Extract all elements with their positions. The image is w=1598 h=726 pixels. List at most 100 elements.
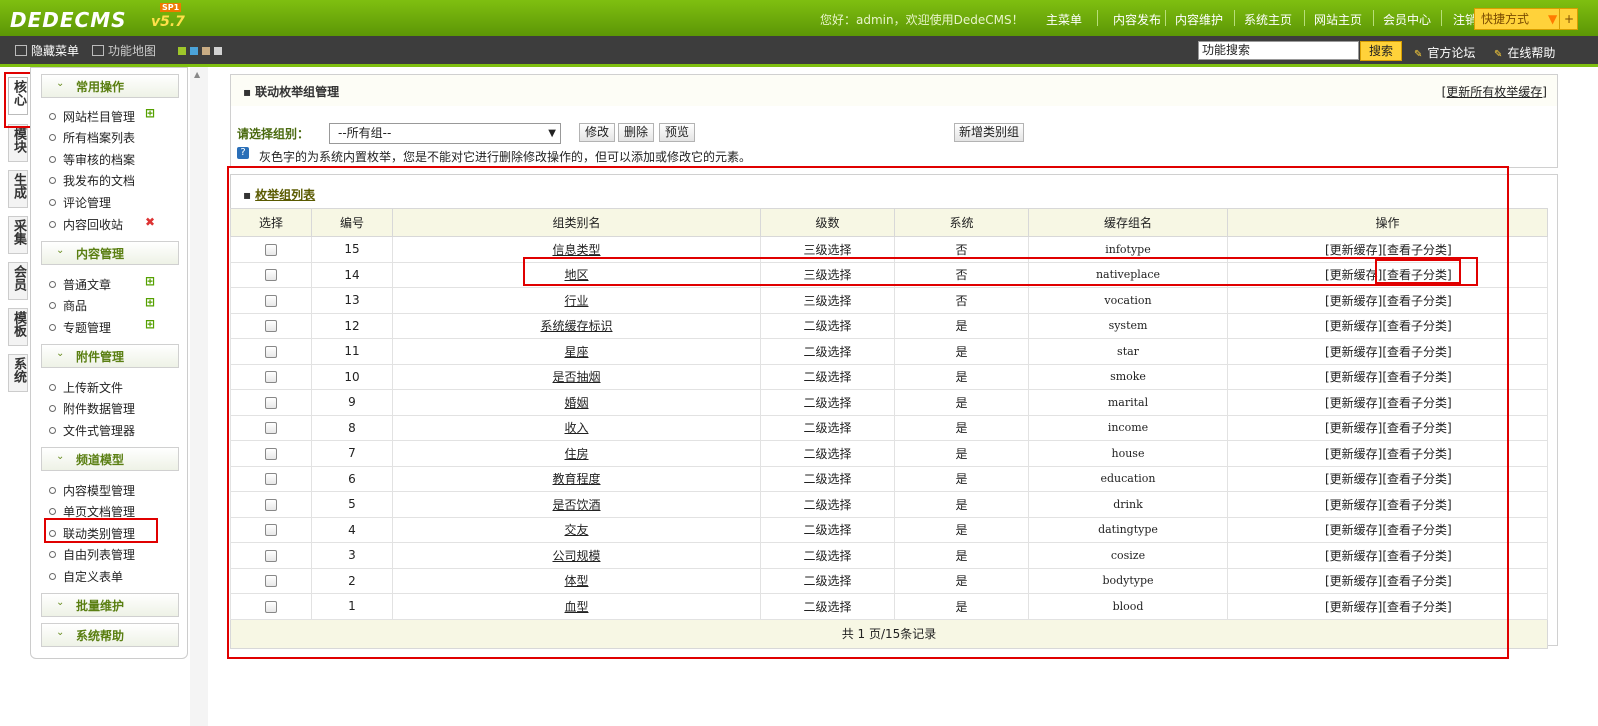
sp-badge: SP1	[160, 3, 182, 12]
chevron-down-icon: ⌄	[56, 78, 65, 89]
select-label: 请选择组别：	[237, 127, 310, 141]
menu-item-comments[interactable]: 评论管理	[49, 194, 111, 211]
bullet-icon	[49, 427, 56, 434]
bullet-icon	[49, 487, 56, 494]
highlight-box	[227, 166, 1509, 659]
menu-item-goods[interactable]: 商品	[49, 297, 87, 314]
chevron-down-icon: ▼	[548, 128, 556, 139]
nav-system-home[interactable]: 系统主页	[1244, 11, 1292, 28]
add-icon[interactable]: ⊞	[145, 295, 155, 309]
search-button[interactable]: 搜索	[1360, 41, 1402, 61]
chevron-up-icon: ▲	[194, 70, 201, 79]
chevron-down-icon: ⌄	[56, 627, 65, 638]
new-group-button[interactable]: 新增类别组	[954, 123, 1024, 142]
menu-icon	[15, 45, 27, 56]
menu-item-special[interactable]: 专题管理	[49, 319, 111, 336]
highlight-box	[44, 518, 158, 543]
tab-generate[interactable]: 生成	[8, 170, 28, 208]
bullet-icon	[49, 177, 56, 184]
nav-main-menu[interactable]: 主菜单	[1046, 11, 1082, 28]
bullet-icon	[49, 551, 56, 558]
bullet-icon	[49, 508, 56, 515]
menu-group-attachments[interactable]: ⌄ 附件管理	[41, 344, 179, 368]
add-icon[interactable]: ⊞	[145, 317, 155, 331]
group-select[interactable]: --所有组-- ▼	[329, 123, 561, 144]
add-icon[interactable]: ⊞	[145, 106, 155, 120]
preview-button[interactable]: 预览	[659, 123, 695, 142]
menu-item-recycle[interactable]: 内容回收站	[49, 216, 123, 233]
refresh-all-link[interactable]: [更新所有枚举缓存]	[1442, 83, 1547, 100]
bullet-icon	[49, 324, 56, 331]
online-help-link[interactable]: ✎ 在线帮助	[1494, 44, 1555, 61]
toolbar: 隐藏菜单 功能地图 功能搜索 搜索 ✎ 官方论坛 ✎ 在线帮助	[0, 36, 1598, 67]
menu-group-content[interactable]: ⌄ 内容管理	[41, 241, 179, 265]
tab-module[interactable]: 模块	[8, 124, 28, 162]
bullet-icon	[49, 384, 56, 391]
highlight-box	[1375, 259, 1461, 284]
skin-brown-swatch[interactable]	[202, 47, 210, 55]
function-search-input[interactable]: 功能搜索	[1198, 41, 1359, 60]
trash-icon[interactable]: ✖	[145, 215, 155, 229]
logo: DEDECMS	[10, 8, 127, 32]
menu-item-article[interactable]: 普通文章	[49, 276, 111, 293]
group-management-panel: ▪ 联动枚举组管理 [更新所有枚举缓存] 请选择组别： --所有组-- ▼ 修改 删…	[230, 74, 1558, 168]
panel-title: ▪ 联动枚举组管理	[243, 85, 340, 99]
menu-item-file-manager[interactable]: 文件式管理器	[49, 422, 135, 439]
menu-group-common[interactable]: ⌄ 常用操作	[41, 74, 179, 98]
menu-item-all-archives[interactable]: 所有档案列表	[49, 129, 135, 146]
quick-access-button[interactable]: 快捷方式 ▼ +	[1474, 8, 1578, 30]
chevron-down-icon: ⌄	[56, 451, 65, 462]
official-forum-link[interactable]: ✎ 官方论坛	[1414, 44, 1475, 61]
plus-icon[interactable]: +	[1559, 9, 1578, 29]
left-menu: ⌄ 常用操作 网站栏目管理 ⊞ 所有档案列表 等审核的档案 我发布的文档 评论管理…	[30, 67, 188, 659]
nav-member-center[interactable]: 会员中心	[1383, 11, 1431, 28]
bullet-icon	[49, 199, 56, 206]
menu-group-channel[interactable]: ⌄ 频道模型	[41, 447, 179, 471]
forum-icon: ✎	[1414, 49, 1423, 60]
tab-member[interactable]: 会员	[8, 262, 28, 300]
bullet-icon	[49, 221, 56, 228]
help-icon: ✎	[1494, 49, 1503, 60]
menu-item-upload[interactable]: 上传新文件	[49, 379, 123, 396]
help-icon: ?	[237, 147, 249, 159]
bullet-icon	[49, 281, 56, 288]
welcome-text: 您好：admin，欢迎使用DedeCMS！	[820, 13, 1024, 27]
bullet-icon	[49, 302, 56, 309]
tab-collect[interactable]: 采集	[8, 216, 28, 254]
bullet-icon	[49, 134, 56, 141]
chevron-down-icon: ▼	[1548, 12, 1558, 26]
tab-template[interactable]: 模板	[8, 308, 28, 346]
quick-access-label: 快捷方式	[1481, 12, 1530, 26]
note-text: 灰色字的为系统内置枚举，您是不能对它进行删除修改操作的，但可以添加或修改它的元素…	[259, 150, 752, 164]
add-icon[interactable]: ⊞	[145, 274, 155, 288]
version-label: v5.7	[151, 14, 185, 30]
edit-button[interactable]: 修改	[579, 123, 615, 142]
hide-menu-button[interactable]: 隐藏菜单	[15, 42, 79, 59]
menu-group-help[interactable]: ⌄ 系统帮助	[41, 623, 179, 647]
menu-group-batch[interactable]: ⌄ 批量维护	[41, 593, 179, 617]
menu-item-content-model[interactable]: 内容模型管理	[49, 482, 135, 499]
top-header: DEDECMS v5.7 SP1 您好：admin，欢迎使用DedeCMS！ 主…	[0, 0, 1598, 36]
skin-gray-swatch[interactable]	[214, 47, 222, 55]
menu-item-my-docs[interactable]: 我发布的文档	[49, 172, 135, 189]
skin-green-swatch[interactable]	[178, 47, 186, 55]
delete-button[interactable]: 删除	[618, 123, 654, 142]
nav-content-maintain[interactable]: 内容维护	[1175, 11, 1223, 28]
menu-item-columns[interactable]: 网站栏目管理	[49, 108, 135, 125]
function-map-button[interactable]: 功能地图	[92, 42, 156, 59]
menu-item-free-list[interactable]: 自由列表管理	[49, 546, 135, 563]
nav-content-publish[interactable]: 内容发布	[1113, 11, 1161, 28]
menu-splitter[interactable]: ▲	[190, 67, 208, 726]
bullet-icon	[49, 156, 56, 163]
menu-item-attachment-data[interactable]: 附件数据管理	[49, 400, 135, 417]
menu-item-pending[interactable]: 等审核的档案	[49, 151, 135, 168]
bullet-icon	[49, 113, 56, 120]
skin-blue-swatch[interactable]	[190, 47, 198, 55]
bullet-icon	[49, 573, 56, 580]
chevron-down-icon: ⌄	[56, 245, 65, 256]
tab-system[interactable]: 系统	[8, 354, 28, 392]
chevron-down-icon: ⌄	[56, 348, 65, 359]
nav-site-home[interactable]: 网站主页	[1314, 11, 1362, 28]
map-icon	[92, 45, 104, 56]
menu-item-custom-form[interactable]: 自定义表单	[49, 568, 123, 585]
